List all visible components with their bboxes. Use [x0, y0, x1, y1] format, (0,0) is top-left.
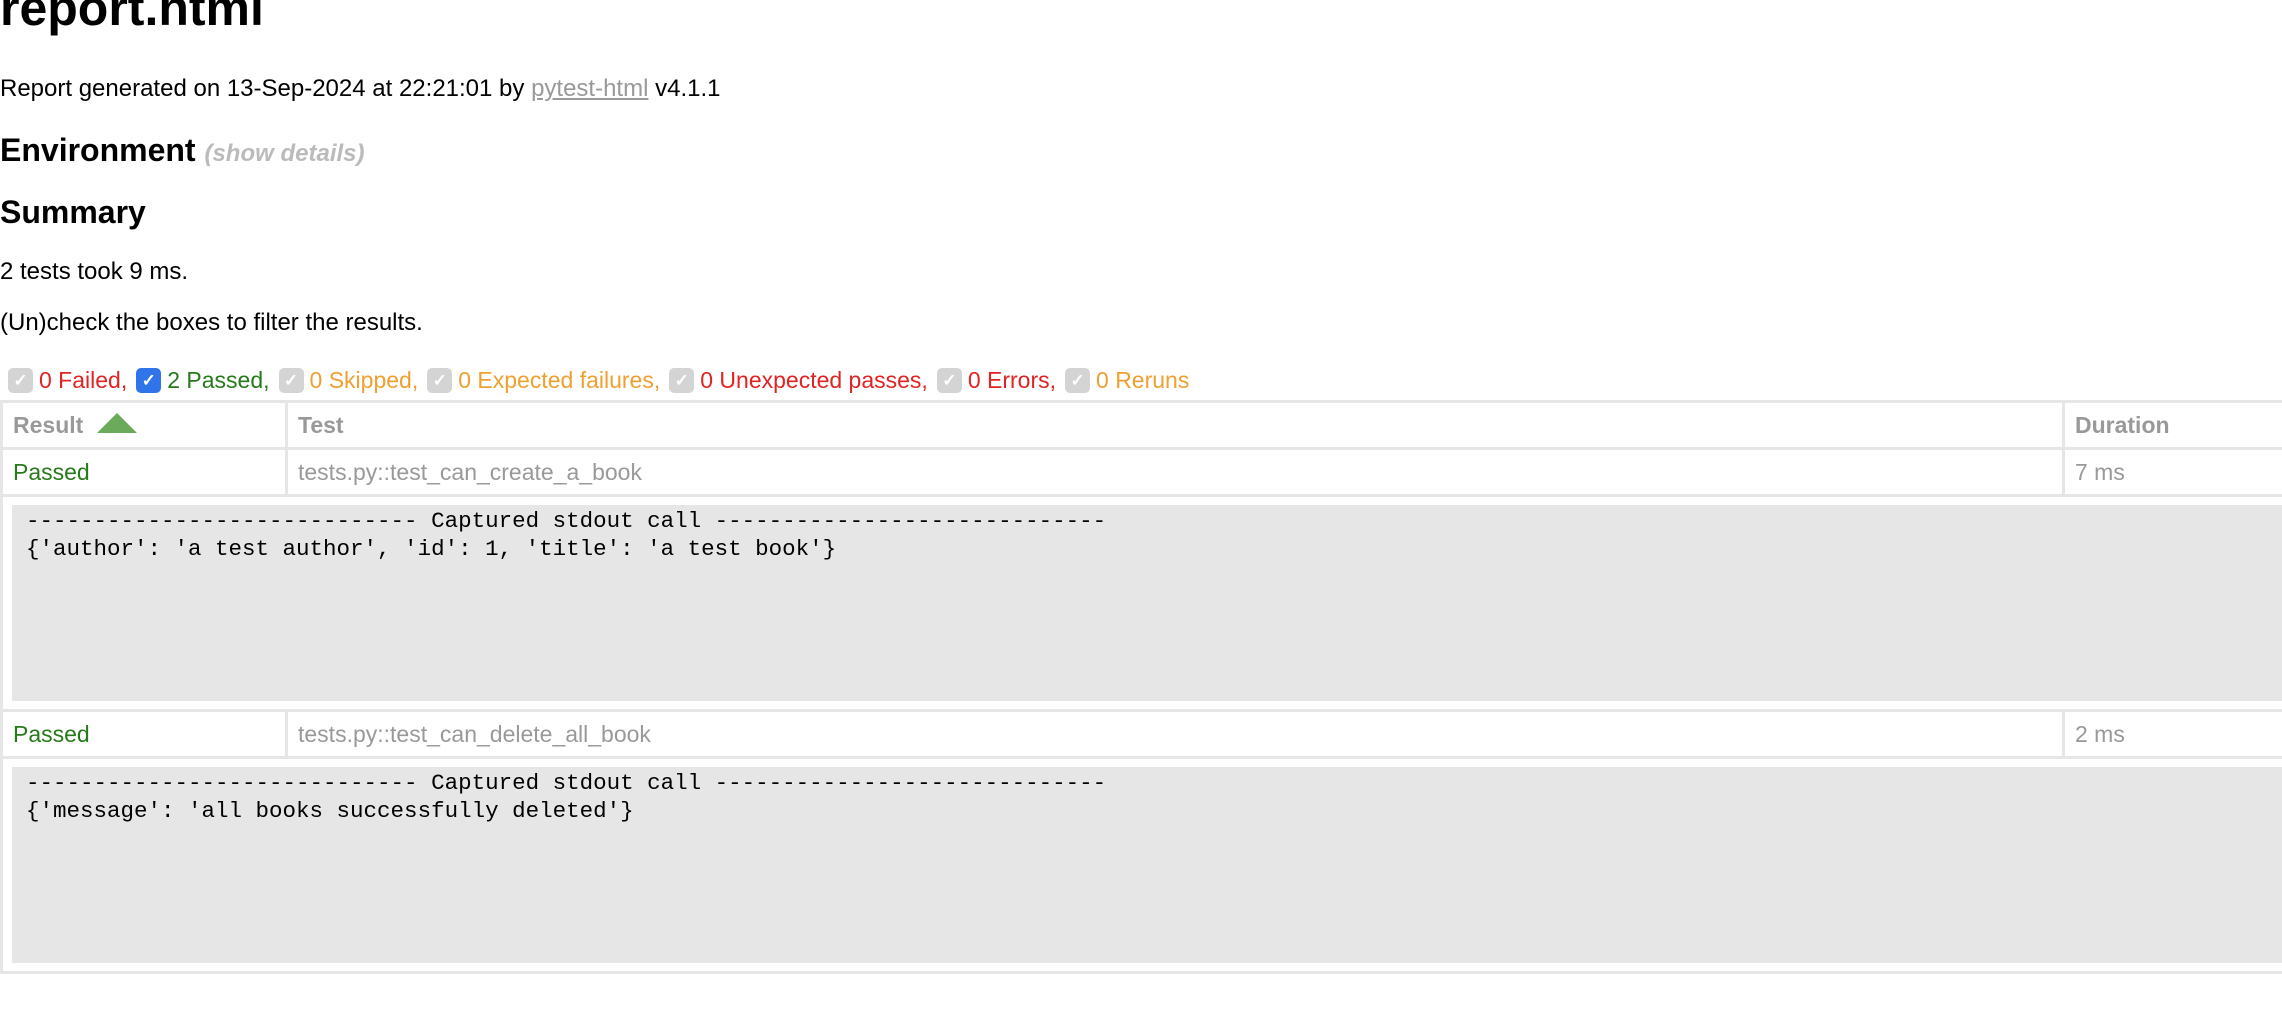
- run-count: 2 tests took 9 ms.: [0, 258, 189, 285]
- filter-passed-label: 2 Passed,: [167, 367, 270, 393]
- show-details-toggle[interactable]: (show details): [204, 140, 364, 167]
- checkmark-icon[interactable]: ✓: [278, 367, 304, 393]
- page-title: report.html: [0, 0, 264, 36]
- duration-cell: 2 ms: [2062, 709, 2282, 759]
- checkmark-icon[interactable]: ✓: [136, 367, 162, 393]
- column-header-test[interactable]: Test: [285, 400, 2065, 450]
- environment-heading: Environment (show details): [0, 131, 365, 173]
- test-result-group: Passed tests.py::test_can_create_a_book …: [0, 447, 2282, 712]
- table-row[interactable]: Passed tests.py::test_can_delete_all_boo…: [0, 709, 2282, 759]
- filter-unexpected-passes-label: 0 Unexpected passes,: [700, 367, 928, 393]
- results-table: Result Test Duration Passed tests.py::te…: [0, 400, 2282, 974]
- sort-ascending-icon[interactable]: [97, 413, 138, 434]
- filter-unexpected-passes[interactable]: ✓ 0 Unexpected passes,: [669, 366, 928, 394]
- checkmark-icon[interactable]: ✓: [1065, 367, 1091, 393]
- duration-cell: 7 ms: [2062, 447, 2282, 497]
- pytest-html-link[interactable]: pytest-html: [531, 75, 648, 102]
- filter-expected-failures-label: 0 Expected failures,: [458, 367, 661, 393]
- log-row: ----------------------------- Captured s…: [0, 494, 2282, 712]
- filter-failed[interactable]: ✓ 0 Failed,: [8, 366, 127, 394]
- filter-skipped[interactable]: ✓ 0 Skipped,: [278, 366, 419, 394]
- test-name-cell: tests.py::test_can_create_a_book: [285, 447, 2065, 497]
- column-header-duration[interactable]: Duration: [2062, 400, 2282, 450]
- table-header-row: Result Test Duration: [0, 400, 2282, 450]
- summary-heading: Summary: [0, 194, 146, 230]
- filter-hint: (Un)check the boxes to filter the result…: [0, 309, 423, 336]
- log-row: ----------------------------- Captured s…: [0, 756, 2282, 974]
- result-cell: Passed: [0, 447, 288, 497]
- generated-text: Report generated on 13-Sep-2024 at 22:21…: [0, 75, 532, 102]
- captured-stdout-log: ----------------------------- Captured s…: [12, 767, 2282, 963]
- checkmark-icon[interactable]: ✓: [427, 367, 453, 393]
- checkmark-icon[interactable]: ✓: [669, 367, 695, 393]
- column-header-result-label: Result: [13, 411, 84, 438]
- filter-passed[interactable]: ✓ 2 Passed,: [136, 366, 270, 394]
- checkmark-icon[interactable]: ✓: [8, 367, 33, 393]
- column-header-result[interactable]: Result: [0, 400, 288, 450]
- filter-errors[interactable]: ✓ 0 Errors,: [936, 366, 1057, 394]
- filter-reruns-label: 0 Reruns: [1096, 367, 1190, 393]
- test-name-cell: tests.py::test_can_delete_all_book: [285, 709, 2065, 759]
- result-filters: ✓ 0 Failed, ✓ 2 Passed, ✓ 0 Skipped, ✓ 0…: [8, 366, 1198, 394]
- log-cell: ----------------------------- Captured s…: [0, 756, 2282, 974]
- test-result-group: Passed tests.py::test_can_delete_all_boo…: [0, 709, 2282, 974]
- filter-skipped-label: 0 Skipped,: [309, 367, 419, 393]
- filter-errors-label: 0 Errors,: [967, 367, 1057, 393]
- result-cell: Passed: [0, 709, 288, 759]
- generator-version: v4.1.1: [648, 75, 721, 102]
- report-generated-line: Report generated on 13-Sep-2024 at 22:21…: [0, 74, 720, 104]
- checkmark-icon[interactable]: ✓: [936, 367, 962, 393]
- filter-failed-label: 0 Failed,: [39, 367, 128, 393]
- captured-stdout-log: ----------------------------- Captured s…: [12, 505, 2282, 701]
- environment-heading-text: Environment: [0, 132, 196, 168]
- filter-reruns[interactable]: ✓ 0 Reruns: [1065, 366, 1189, 394]
- filter-expected-failures[interactable]: ✓ 0 Expected failures,: [427, 366, 660, 394]
- table-row[interactable]: Passed tests.py::test_can_create_a_book …: [0, 447, 2282, 497]
- log-cell: ----------------------------- Captured s…: [0, 494, 2282, 712]
